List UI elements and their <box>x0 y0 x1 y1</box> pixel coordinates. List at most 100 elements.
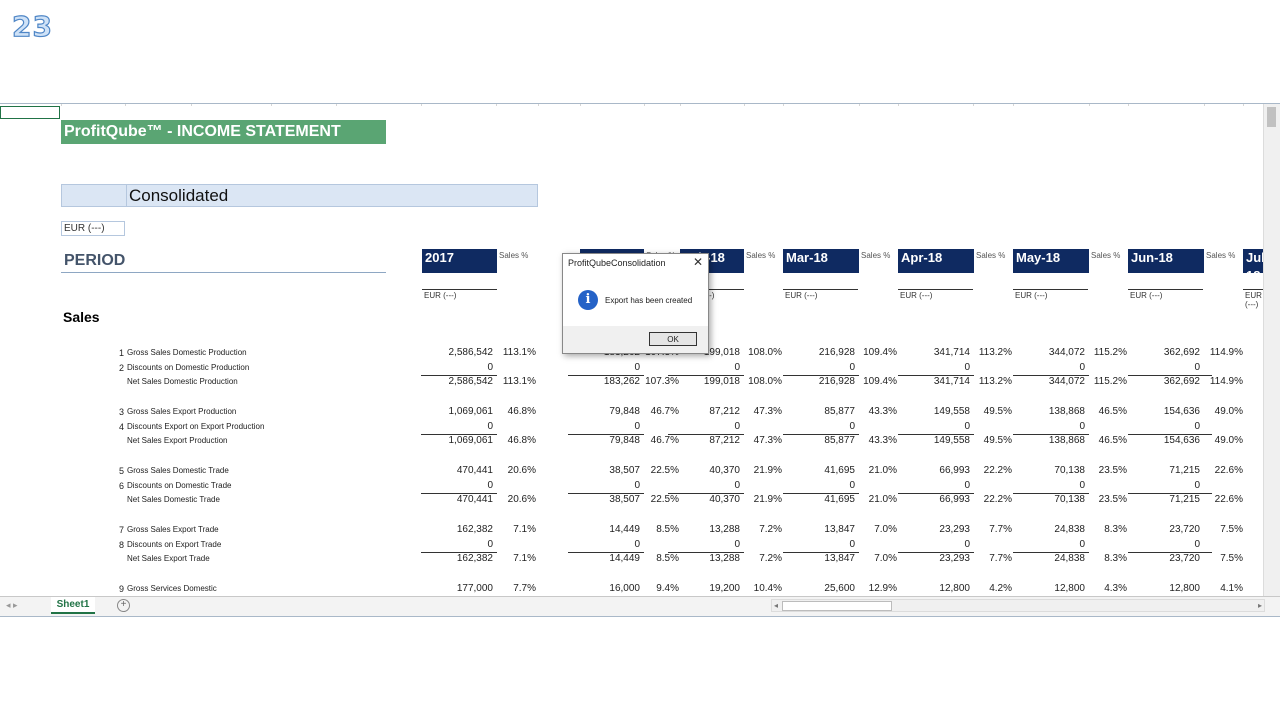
value-cell[interactable]: 14,449 <box>576 524 640 535</box>
value-cell[interactable]: 344,072 <box>1021 376 1085 387</box>
value-cell[interactable]: 79,848 <box>576 406 640 417</box>
value-cell[interactable]: 0 <box>1136 421 1200 432</box>
pct-cell[interactable]: 4.2% <box>972 583 1012 594</box>
pct-cell[interactable]: 8.3% <box>1087 524 1127 535</box>
pct-cell[interactable]: 43.3% <box>857 406 897 417</box>
add-sheet-icon[interactable]: + <box>117 599 130 612</box>
value-cell[interactable]: 0 <box>429 539 493 550</box>
value-cell[interactable]: 24,838 <box>1021 553 1085 564</box>
value-cell[interactable]: 177,000 <box>429 583 493 594</box>
value-cell[interactable]: 149,558 <box>906 406 970 417</box>
pct-cell[interactable]: 21.0% <box>857 465 897 476</box>
value-cell[interactable]: 23,720 <box>1136 524 1200 535</box>
pct-cell[interactable]: 108.0% <box>742 376 782 387</box>
pct-cell[interactable]: 7.7% <box>972 553 1012 564</box>
value-cell[interactable]: 13,847 <box>791 553 855 564</box>
value-cell[interactable]: 0 <box>791 362 855 373</box>
value-cell[interactable]: 12,800 <box>1136 583 1200 594</box>
value-cell[interactable]: 344,072 <box>1021 347 1085 358</box>
pct-cell[interactable]: 4.1% <box>1203 583 1243 594</box>
value-cell[interactable]: 70,138 <box>1021 494 1085 505</box>
scroll-right-icon[interactable]: ▸ <box>1258 600 1262 611</box>
pct-cell[interactable]: 46.5% <box>1087 435 1127 446</box>
pct-cell[interactable]: 46.7% <box>639 406 679 417</box>
pct-cell[interactable]: 22.5% <box>639 494 679 505</box>
value-cell[interactable]: 70,138 <box>1021 465 1085 476</box>
value-cell[interactable]: 1,069,061 <box>429 406 494 417</box>
value-cell[interactable]: 85,877 <box>791 435 855 446</box>
value-cell[interactable]: 0 <box>576 480 640 491</box>
value-cell[interactable]: 0 <box>429 421 493 432</box>
value-cell[interactable]: 12,800 <box>906 583 970 594</box>
value-cell[interactable]: 0 <box>676 539 740 550</box>
pct-cell[interactable]: 7.1% <box>496 524 536 535</box>
value-cell[interactable]: 24,838 <box>1021 524 1085 535</box>
horizontal-scrollbar[interactable]: ◂ ▸ <box>771 599 1265 612</box>
close-icon[interactable]: ✕ <box>693 255 703 269</box>
value-cell[interactable]: 362,692 <box>1136 376 1200 387</box>
value-cell[interactable]: 71,215 <box>1136 494 1200 505</box>
value-cell[interactable]: 41,695 <box>791 465 855 476</box>
value-cell[interactable]: 14,449 <box>576 553 640 564</box>
value-cell[interactable]: 0 <box>429 480 493 491</box>
pct-cell[interactable]: 12.9% <box>857 583 897 594</box>
value-cell[interactable]: 0 <box>676 362 740 373</box>
pct-cell[interactable]: 21.9% <box>742 465 782 476</box>
pct-cell[interactable]: 115.2% <box>1087 347 1127 358</box>
pct-cell[interactable]: 23.5% <box>1087 494 1127 505</box>
pct-cell[interactable]: 7.5% <box>1203 553 1243 564</box>
vertical-scrollbar[interactable] <box>1263 104 1280 596</box>
pct-cell[interactable]: 46.8% <box>496 435 536 446</box>
value-cell[interactable]: 23,293 <box>906 524 970 535</box>
value-cell[interactable]: 2,586,542 <box>429 376 494 387</box>
pct-cell[interactable]: 109.4% <box>857 347 897 358</box>
value-cell[interactable]: 38,507 <box>576 465 640 476</box>
value-cell[interactable]: 162,382 <box>429 524 493 535</box>
value-cell[interactable]: 0 <box>1021 421 1085 432</box>
value-cell[interactable]: 23,293 <box>906 553 970 564</box>
value-cell[interactable]: 0 <box>1021 362 1085 373</box>
pct-cell[interactable]: 10.4% <box>742 583 782 594</box>
value-cell[interactable]: 85,877 <box>791 406 855 417</box>
pct-cell[interactable]: 22.2% <box>972 465 1012 476</box>
pct-cell[interactable]: 8.3% <box>1087 553 1127 564</box>
pct-cell[interactable]: 7.2% <box>742 524 782 535</box>
pct-cell[interactable]: 8.5% <box>639 553 679 564</box>
value-cell[interactable]: 0 <box>429 362 493 373</box>
value-cell[interactable]: 13,847 <box>791 524 855 535</box>
pct-cell[interactable]: 107.3% <box>639 376 679 387</box>
value-cell[interactable]: 0 <box>1136 539 1200 550</box>
pct-cell[interactable]: 4.3% <box>1087 583 1127 594</box>
value-cell[interactable]: 0 <box>676 480 740 491</box>
value-cell[interactable]: 0 <box>906 421 970 432</box>
value-cell[interactable]: 0 <box>576 421 640 432</box>
pct-cell[interactable]: 49.5% <box>972 406 1012 417</box>
pct-cell[interactable]: 9.4% <box>639 583 679 594</box>
pct-cell[interactable]: 113.2% <box>972 376 1012 387</box>
value-cell[interactable]: 341,714 <box>906 376 970 387</box>
value-cell[interactable]: 66,993 <box>906 494 970 505</box>
pct-cell[interactable]: 46.5% <box>1087 406 1127 417</box>
value-cell[interactable]: 0 <box>1021 480 1085 491</box>
pct-cell[interactable]: 43.3% <box>857 435 897 446</box>
value-cell[interactable]: 79,848 <box>576 435 640 446</box>
value-cell[interactable]: 362,692 <box>1136 347 1200 358</box>
pct-cell[interactable]: 114.9% <box>1203 376 1243 387</box>
pct-cell[interactable]: 7.0% <box>857 553 897 564</box>
value-cell[interactable]: 1,069,061 <box>429 435 494 446</box>
pct-cell[interactable]: 23.5% <box>1087 465 1127 476</box>
horizontal-scroll-thumb[interactable] <box>782 601 892 611</box>
scroll-left-icon[interactable]: ◂ <box>774 600 778 611</box>
pct-cell[interactable]: 7.5% <box>1203 524 1243 535</box>
value-cell[interactable]: 216,928 <box>791 376 855 387</box>
pct-cell[interactable]: 113.1% <box>496 376 536 387</box>
pct-cell[interactable]: 21.9% <box>742 494 782 505</box>
value-cell[interactable]: 149,558 <box>906 435 970 446</box>
value-cell[interactable]: 199,018 <box>676 376 740 387</box>
value-cell[interactable]: 0 <box>576 539 640 550</box>
value-cell[interactable]: 154,636 <box>1136 435 1200 446</box>
value-cell[interactable]: 40,370 <box>676 494 740 505</box>
pct-cell[interactable]: 47.3% <box>742 435 782 446</box>
vertical-scroll-thumb[interactable] <box>1267 107 1276 127</box>
value-cell[interactable]: 154,636 <box>1136 406 1200 417</box>
